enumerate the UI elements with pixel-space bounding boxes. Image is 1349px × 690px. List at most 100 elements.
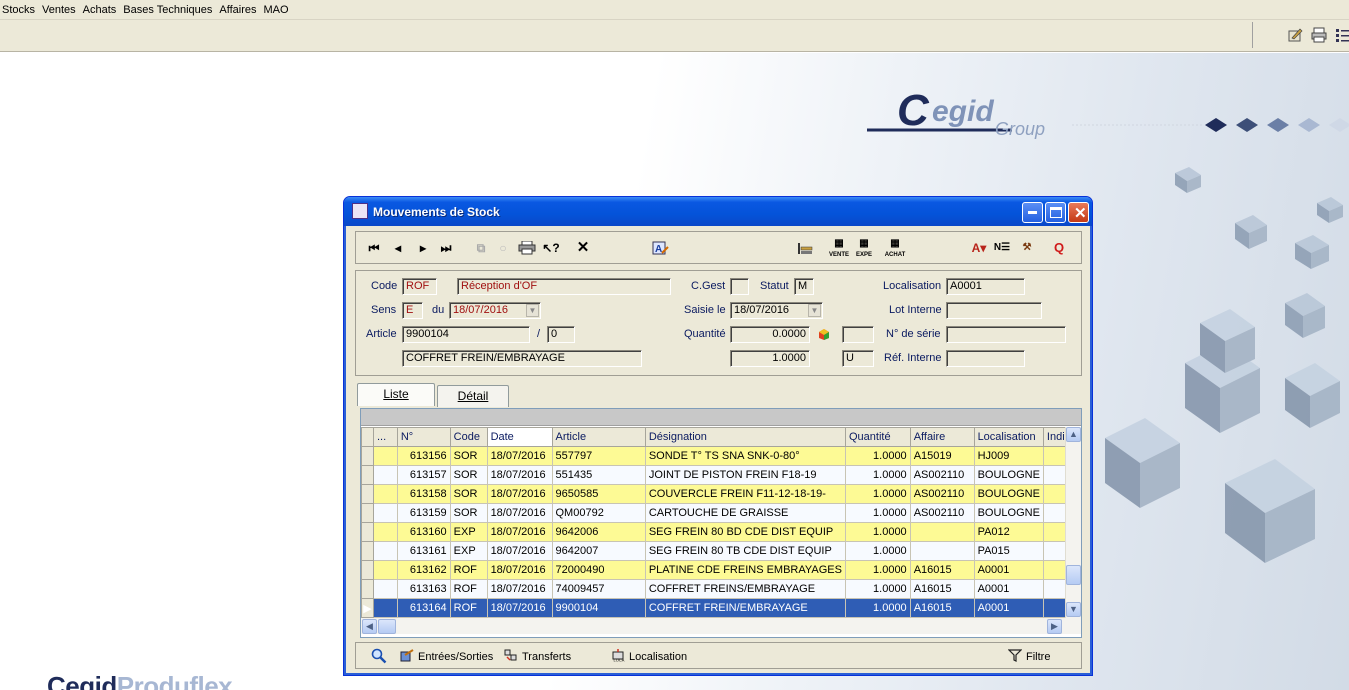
menu-ventes[interactable]: Ventes [40,4,81,16]
close-button[interactable]: ✕ [1068,202,1089,223]
menu-bases-techniques[interactable]: Bases Techniques [121,4,217,16]
col-header-date[interactable]: Date [486,427,553,447]
quantite2-field[interactable]: 1.0000 [730,350,810,367]
col-header-affaire[interactable]: Affaire [909,427,975,447]
tab-liste[interactable]: Liste [357,383,435,406]
stock-icon[interactable] [796,241,814,255]
col-header-localisation[interactable]: Localisation [973,427,1044,447]
row-indicator[interactable] [361,541,374,561]
print-icon[interactable] [518,241,536,255]
table-row[interactable]: 613157 SOR 18/07/2016 551435 JOINT DE PISTON… [361,465,1082,485]
tab-detail[interactable]: Détail [437,385,509,407]
serie-field[interactable] [946,326,1066,343]
statut-field[interactable]: M [794,278,814,295]
ref-interne-field[interactable] [946,350,1025,367]
table-row[interactable]: 613159 SOR 18/07/2016 QM00792 CARTOUCHE DE G… [361,503,1082,523]
first-record-icon[interactable]: ⏮ [368,241,380,255]
table-row[interactable]: 613160 EXP 18/07/2016 9642006 SEG FREIN 80 B… [361,522,1082,542]
cgest-field[interactable] [730,278,749,295]
row-indicator[interactable] [361,484,374,504]
delete-icon[interactable]: ✕ [576,240,590,255]
col-header-code[interactable]: Code [449,427,488,447]
cell-more [372,503,398,523]
unit-field[interactable]: U [842,350,874,367]
scroll-right-icon[interactable]: ▶ [1047,619,1062,634]
numbered-list-icon[interactable]: N☰ [993,241,1011,255]
filtre-button[interactable]: Filtre [1008,649,1050,663]
horizontal-scrollbar[interactable]: ◀ ▶ [361,618,1081,634]
localisation-button[interactable]: LOCA Localisation [611,649,687,663]
row-indicator[interactable] [361,522,374,542]
lot-interne-field[interactable] [946,302,1042,319]
quantite-label: Quantité [684,328,726,340]
row-indicator[interactable] [361,503,374,523]
edit-icon[interactable] [1286,26,1304,44]
col-header-more[interactable]: ... [372,427,398,447]
article-slash: / [537,328,541,340]
minimize-button[interactable] [1022,202,1043,223]
sort-az-icon[interactable]: A▾ [970,241,988,255]
cell-quantite: 1.0000 [844,598,911,618]
saisie-date-field[interactable]: 18/07/2016 ▼ [730,302,823,319]
statut-label: Statut [760,280,789,292]
col-header-quantite[interactable]: Quantité [844,427,911,447]
ref-interne-label: Réf. Interne [884,352,942,364]
next-record-icon[interactable]: ▸ [417,241,429,255]
localisation-field[interactable]: A0001 [946,278,1025,295]
vertical-scrollbar[interactable]: ▲ ▼ [1065,427,1081,618]
row-indicator[interactable] [361,465,374,485]
cegid-logo: C egid Group [862,83,1072,143]
last-record-icon[interactable]: ⏭ [440,241,452,255]
sens-field[interactable]: E [402,302,423,319]
chevron-down-icon[interactable]: ▼ [808,304,821,317]
chevron-down-icon[interactable]: ▼ [526,304,539,317]
du-date-field[interactable]: 18/07/2016 ▼ [449,302,541,319]
print-icon[interactable] [1310,26,1328,44]
help-icon[interactable]: ↖? [542,241,560,255]
scroll-left-icon[interactable]: ◀ [362,619,377,634]
cell-designation: COFFRET FREIN/EMBRAYAGE [644,598,846,618]
cell-quantite: 1.0000 [844,503,911,523]
row-indicator[interactable] [361,560,374,580]
menu-mao[interactable]: MAO [261,4,293,16]
quantite-field[interactable]: 0.0000 [730,326,810,343]
transferts-button[interactable]: Transferts [504,649,571,663]
current-row-indicator-icon[interactable]: ▶ [361,598,374,618]
article-index-field[interactable]: 0 [547,326,575,343]
row-indicator[interactable] [361,579,374,599]
table-row[interactable]: 613163 ROF 18/07/2016 74009457 COFFRET FREIN… [361,579,1082,599]
table-row[interactable]: 613161 EXP 18/07/2016 9642007 SEG FREIN 80 T… [361,541,1082,561]
article-field[interactable]: 9900104 [402,326,530,343]
row-indicator[interactable] [361,446,374,466]
maximize-button[interactable] [1045,202,1066,223]
search-icon[interactable] [371,648,387,664]
window-titlebar[interactable]: Mouvements de Stock ✕ [344,197,1092,226]
query-icon[interactable]: Q [1052,241,1066,255]
copy-icon[interactable]: ⧉ [474,241,488,255]
table-row[interactable]: 613156 SOR 18/07/2016 557797 SONDE T° TS SNA… [361,446,1082,466]
menu-affaires[interactable]: Affaires [217,4,261,16]
table-row[interactable]: ▶ 613164 ROF 18/07/2016 9900104 COFFRET FREIN… [361,598,1082,618]
menu-stocks[interactable]: Stocks [0,4,40,16]
code-field[interactable]: ROF [402,278,437,295]
table-row[interactable]: 613162 ROF 18/07/2016 72000490 PLATINE CDE F… [361,560,1082,580]
quantite-unit-field[interactable] [842,326,874,343]
col-header-article[interactable]: Article [551,427,646,447]
scroll-thumb[interactable] [1066,565,1081,585]
col-header-numero[interactable]: N° [396,427,451,447]
table-row[interactable]: 613158 SOR 18/07/2016 9650585 COUVERCLE FREI… [361,484,1082,504]
vente-icon[interactable]: ▦ VENTE [828,237,850,258]
scroll-up-icon[interactable]: ▲ [1066,427,1081,442]
translate-icon[interactable]: A [652,241,670,255]
list-icon[interactable] [1334,26,1349,44]
scroll-down-icon[interactable]: ▼ [1066,602,1081,617]
entrees-sorties-button[interactable]: Entrées/Sorties [400,649,493,663]
previous-record-icon[interactable]: ◂ [392,241,404,255]
expe-icon[interactable]: ▦ EXPE [853,237,875,258]
quantity-status-icon [819,329,829,340]
scroll-thumb-horizontal[interactable] [378,619,396,634]
achat-icon[interactable]: ▦ ACHAT [884,237,906,258]
col-header-designation[interactable]: Désignation [644,427,846,447]
tools-icon[interactable]: ⚒ [1017,241,1037,255]
menu-achats[interactable]: Achats [81,4,122,16]
